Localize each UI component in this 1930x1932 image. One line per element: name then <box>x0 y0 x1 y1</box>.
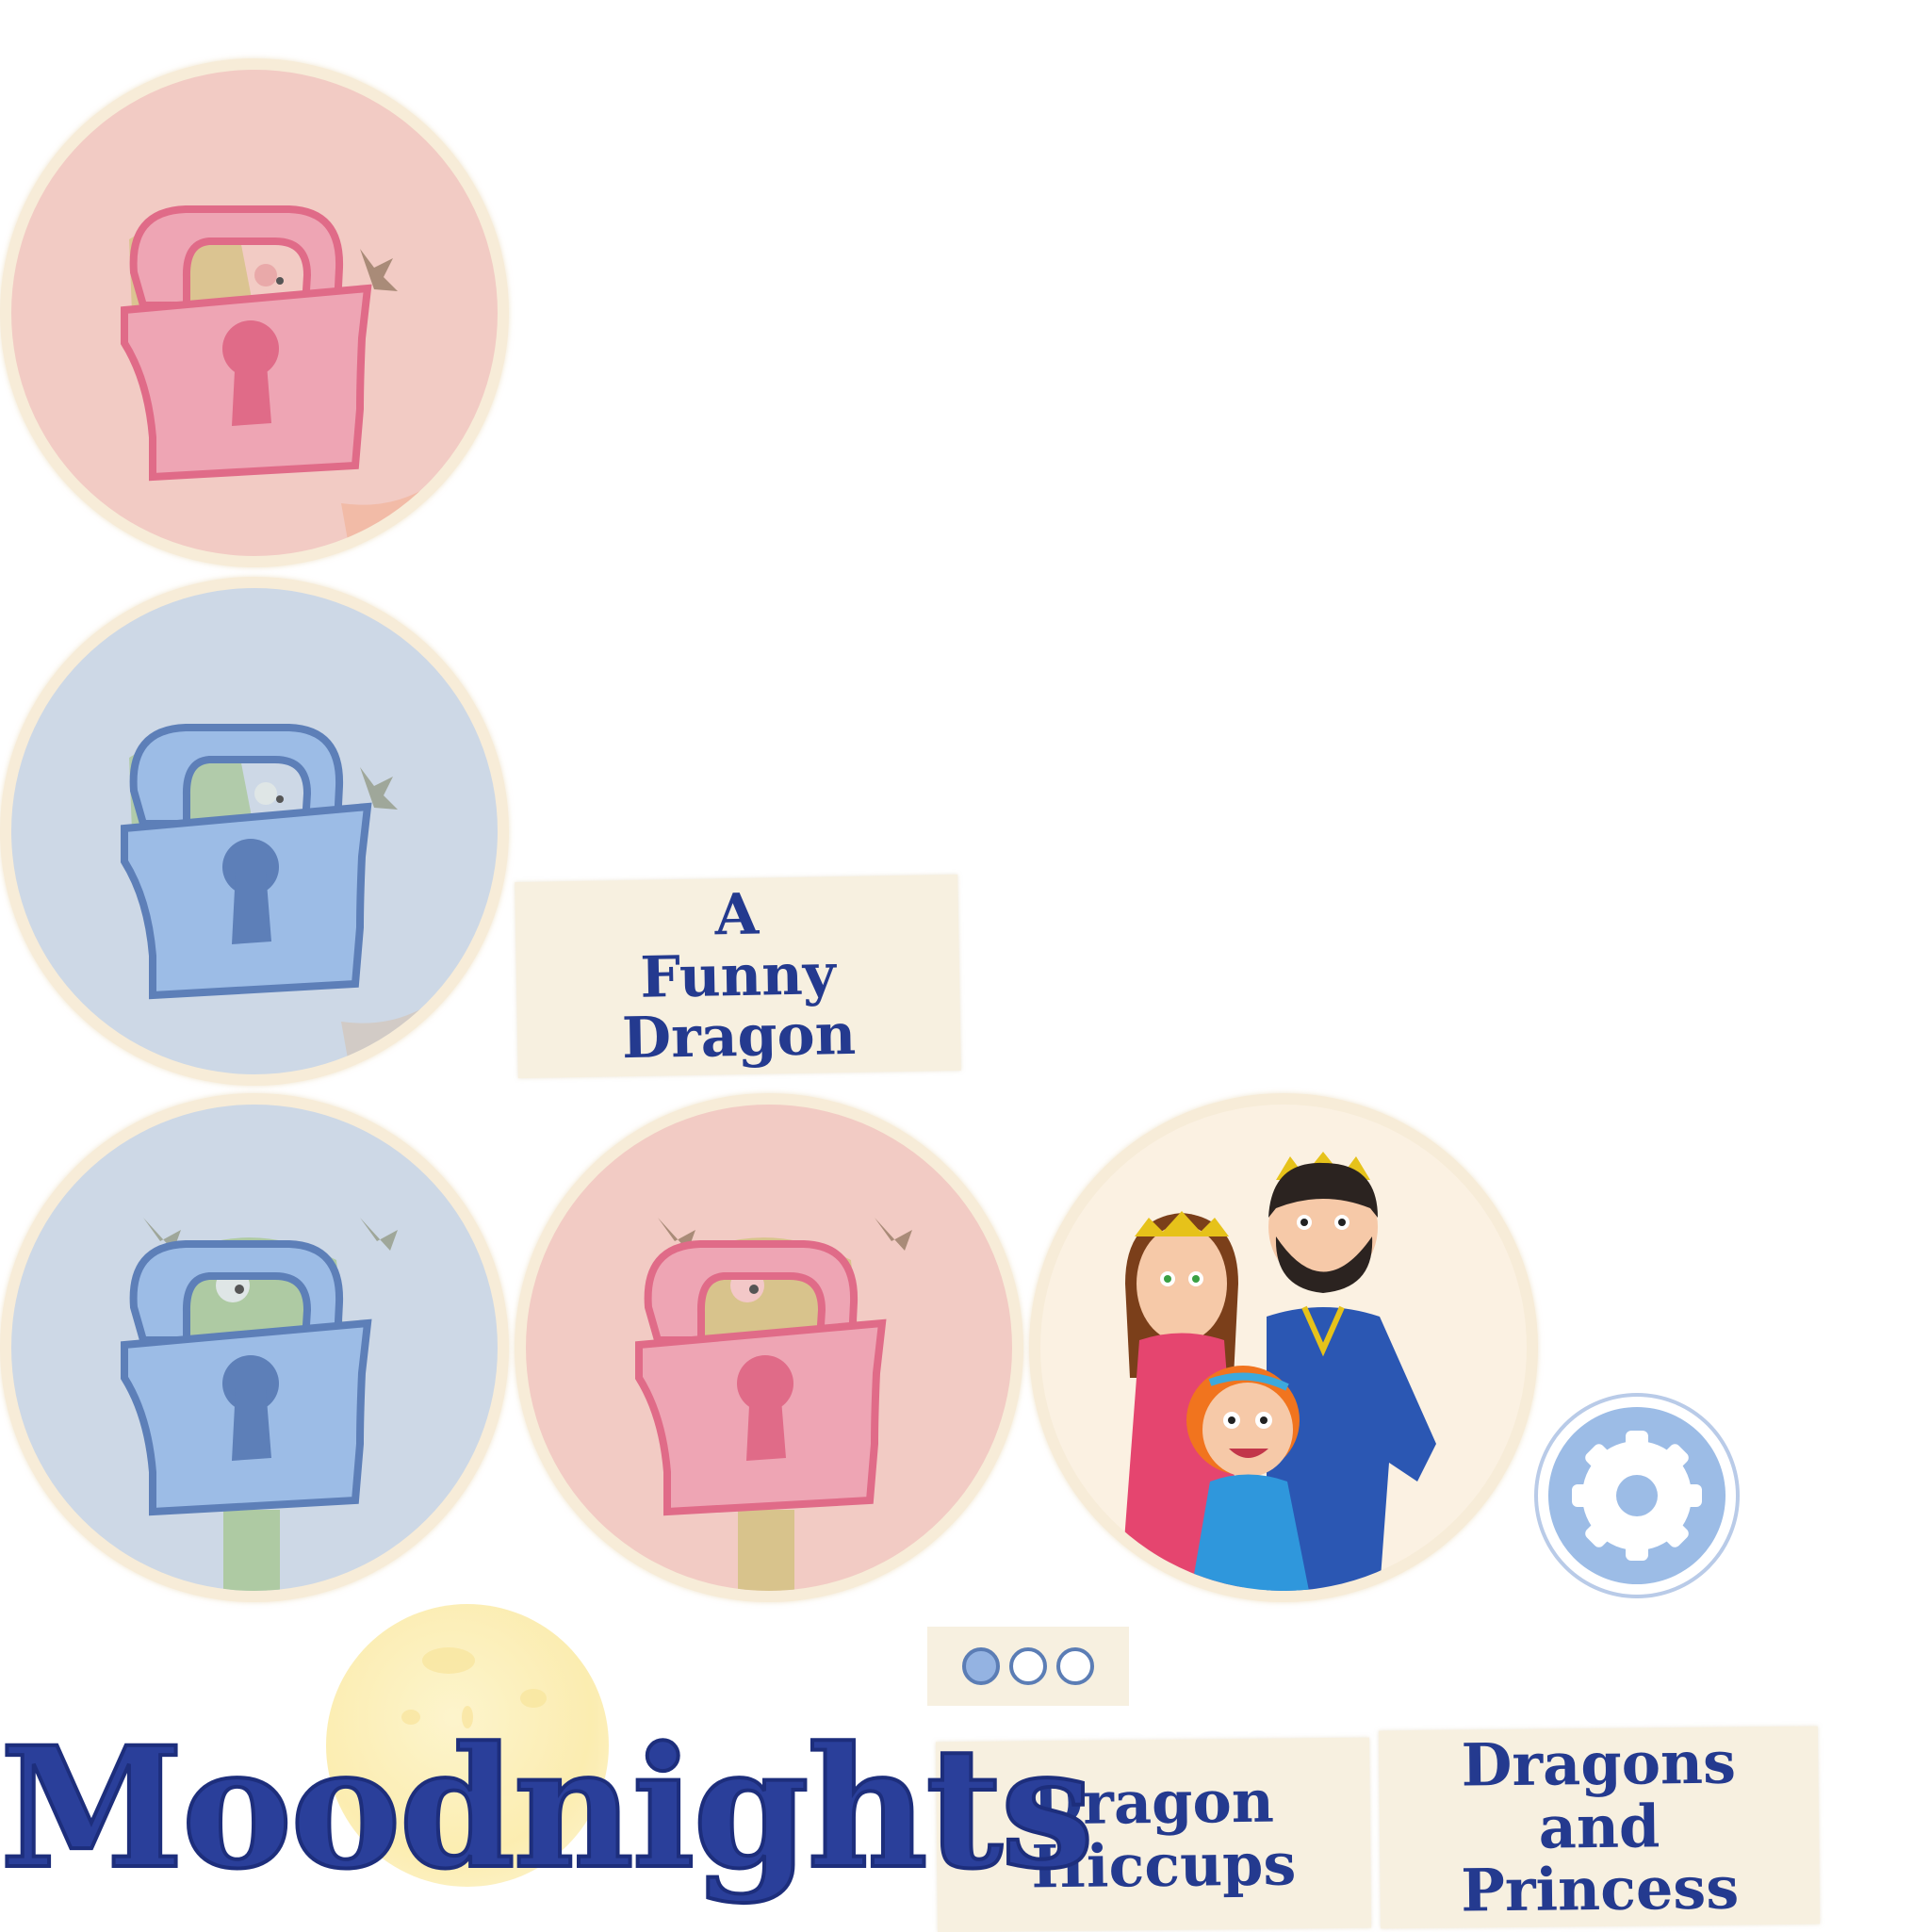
story-tile-locked-3[interactable] <box>0 1093 509 1602</box>
royal-family-illustration <box>1120 1152 1436 1591</box>
story-tile-locked-1[interactable] <box>0 58 509 567</box>
app-title: Moodnights <box>0 1709 1096 1907</box>
story-label-dragons-and-princess[interactable]: Dragons and Princess <box>1378 1726 1821 1929</box>
page-dot-3[interactable] <box>1056 1647 1094 1685</box>
story-tile-locked-4[interactable] <box>515 1093 1023 1602</box>
tile-background <box>11 70 498 556</box>
story-title: A Funny Dragon <box>621 881 857 1072</box>
lock-icon <box>121 724 372 1000</box>
story-label-a-funny-dragon[interactable]: A Funny Dragon <box>515 874 961 1079</box>
tile-background <box>1040 1105 1527 1591</box>
story-title: Dragons and Princess <box>1460 1727 1740 1926</box>
tile-background <box>11 588 498 1074</box>
settings-button[interactable] <box>1534 1393 1740 1598</box>
tile-background <box>11 1105 498 1591</box>
page-dot-2[interactable] <box>1009 1647 1047 1685</box>
page-indicator <box>927 1627 1129 1706</box>
lock-icon <box>121 1240 372 1516</box>
lock-icon <box>121 205 372 482</box>
lock-icon <box>635 1240 887 1516</box>
tile-background <box>526 1105 1012 1591</box>
page-dot-1[interactable] <box>962 1647 1000 1685</box>
gear-icon <box>1548 1407 1726 1584</box>
story-tile-dragons-and-princess[interactable] <box>1029 1093 1538 1602</box>
story-tile-locked-2[interactable] <box>0 577 509 1086</box>
